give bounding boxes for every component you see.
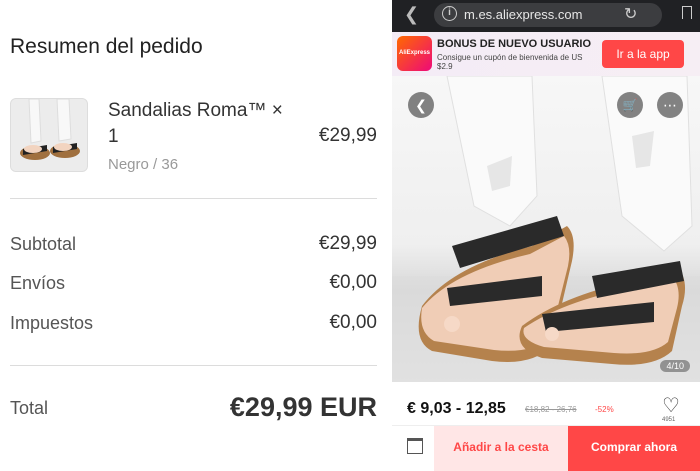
shipping-value: €0,00 (329, 272, 377, 293)
more-icon[interactable]: ⋯ (657, 92, 683, 118)
back-icon[interactable]: ❮ (404, 4, 419, 25)
promo-title: BONUS DE NUEVO USUARIO (437, 38, 592, 50)
browser-url-bar: ❮ i m.es.aliexpress.com ↻ (392, 0, 700, 32)
divider (10, 365, 377, 366)
reload-icon[interactable]: ↻ (624, 4, 637, 24)
open-app-button[interactable]: Ir a la app (602, 40, 684, 68)
aliexpress-product-screen: ❮ i m.es.aliexpress.com ↻ AliExpress BON… (392, 0, 700, 471)
aliexpress-logo: AliExpress (397, 36, 432, 71)
bookmark-icon[interactable] (682, 6, 692, 19)
sandals-product-image (392, 76, 700, 382)
info-icon[interactable]: i (442, 6, 457, 21)
discount-badge: -52% (595, 405, 614, 414)
subtotal-value: €29,99 (318, 233, 377, 254)
divider (10, 198, 377, 199)
original-price: €18,82 - 26,76 (525, 405, 577, 414)
product-variant: Negro / 36 (108, 156, 179, 173)
image-counter: 4/10 (660, 360, 690, 372)
promo-subtitle: Consigue un cupón de bienvenida de US $2… (437, 53, 583, 71)
price-range: € 9,03 - 12,85 (407, 400, 506, 417)
order-summary-title: Resumen del pedido (10, 35, 203, 58)
url-text[interactable]: m.es.aliexpress.com (464, 7, 582, 22)
photo-back-icon[interactable]: ❮ (408, 92, 434, 118)
bottom-action-bar: Añadir a la cesta Comprar ahora (392, 425, 700, 471)
product-photo[interactable]: ❮ 🛒 ⋯ 4/10 (392, 76, 700, 382)
add-to-cart-button[interactable]: Añadir a la cesta (434, 426, 568, 471)
total-label: Total (10, 398, 49, 418)
logo-text: AliExpress (398, 50, 431, 56)
sandals-thumbnail-image (11, 99, 87, 171)
total-value: €29,99 EUR (229, 392, 377, 422)
new-user-promo-banner[interactable]: AliExpress BONUS DE NUEVO USUARIO Consig… (392, 32, 700, 76)
wishlist-count: 4951 (662, 417, 676, 423)
cart-icon[interactable]: 🛒 (617, 92, 643, 118)
taxes-value: €0,00 (329, 312, 377, 333)
subtotal-label: Subtotal (10, 234, 77, 254)
heart-icon[interactable]: ♡ (662, 393, 680, 418)
taxes-label: Impuestos (10, 313, 94, 333)
buy-now-button[interactable]: Comprar ahora (568, 426, 700, 471)
product-name: Sandalias Roma™ × 1 (108, 100, 283, 147)
product-thumbnail (10, 98, 88, 172)
product-price: €29,99 (318, 125, 377, 146)
shipping-label: Envíos (10, 273, 66, 293)
store-icon[interactable] (407, 438, 423, 454)
order-summary-panel: Resumen del pedido Sandalias Roma™ × 1 N… (0, 0, 392, 471)
